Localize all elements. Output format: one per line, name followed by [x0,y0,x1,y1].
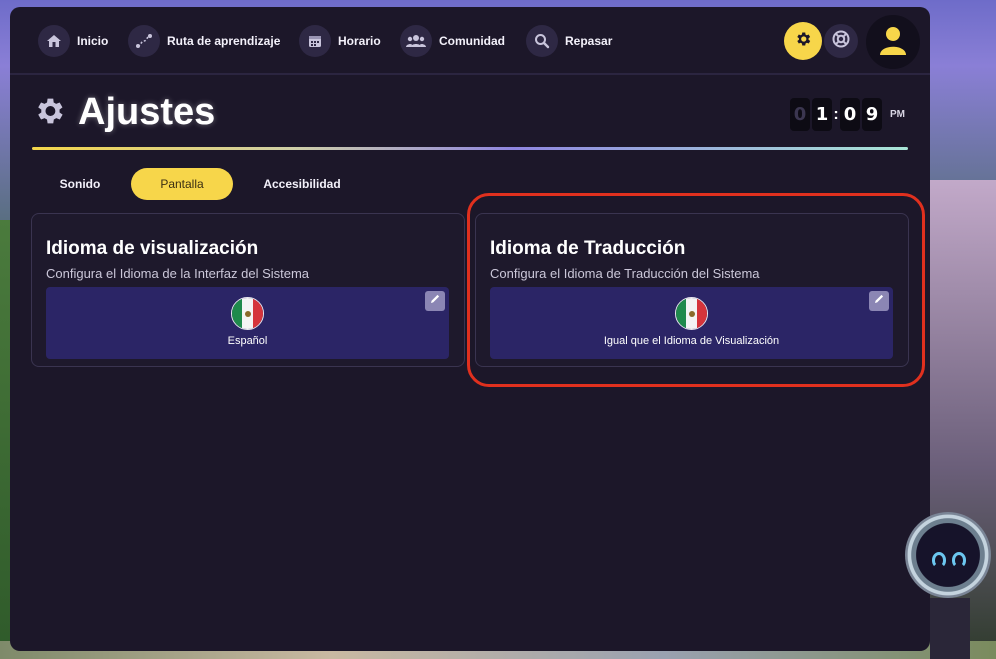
user-avatar-icon [878,24,908,61]
review-search-icon [526,25,558,57]
home-icon [38,25,70,57]
nav-label: Comunidad [439,34,505,48]
community-icon [400,25,432,57]
nav-item-inicio[interactable]: Inicio [38,24,108,58]
lifebuoy-icon [831,29,851,54]
card-subtitle: Configura el Idioma de la Interfaz del S… [46,266,310,281]
card-title: Idioma de visualización [46,238,259,259]
mexico-flag-icon [231,297,264,330]
page-title: Ajustes [78,91,216,133]
edit-display-language-button[interactable] [425,291,445,311]
gear-icon [32,94,66,128]
nav-label: Inicio [77,34,109,48]
top-nav: Inicio Ruta de aprendizaje Horario Comun… [10,7,930,75]
card-subtitle: Configura el Idioma de Traducción del Si… [490,266,760,281]
clock-digit: 0 [790,98,810,131]
tab-accesibilidad[interactable]: Accesibilidad [250,168,354,200]
assistant-bot-button[interactable] [905,512,991,598]
clock-digit: 0 [840,98,860,131]
nav-item-horario[interactable]: Horario [299,24,381,58]
gear-icon [794,30,812,53]
language-value: Igual que el Idioma de Visualización [603,335,780,347]
edit-translation-language-button[interactable] [869,291,889,311]
clock-digit: 1 [812,98,832,131]
bot-stand [930,598,970,659]
nav-item-ruta-de-aprendizaje[interactable]: Ruta de aprendizaje [128,24,280,58]
nav-item-repasar[interactable]: Repasar [526,24,612,58]
nav-label: Repasar [565,34,613,48]
calendar-icon [299,25,331,57]
avatar[interactable] [866,15,920,69]
translation-language-card: Idioma de Traducción Configura el Idioma… [475,213,909,367]
mexico-flag-icon [675,297,708,330]
tab-sonido[interactable]: Sonido [42,168,118,200]
display-language-selector[interactable]: Español [46,287,449,359]
clock: 0 1 : 0 9 PM [790,98,905,131]
pencil-icon [429,292,441,310]
bot-eye-icon [952,552,966,568]
pencil-icon [873,292,885,310]
clock-ampm: PM [890,109,905,120]
language-value: Español [227,335,268,347]
bot-eye-icon [932,552,946,568]
card-title: Idioma de Traducción [490,238,686,259]
clock-digit: 9 [862,98,882,131]
nav-item-comunidad[interactable]: Comunidad [400,24,505,58]
display-language-card: Idioma de visualización Configura el Idi… [31,213,465,367]
learning-path-icon [128,25,160,57]
tab-pantalla[interactable]: Pantalla [131,168,233,200]
clock-colon: : [833,105,839,123]
title-divider [32,147,908,150]
help-button[interactable] [824,24,858,58]
settings-panel: Inicio Ruta de aprendizaje Horario Comun… [10,7,930,651]
nav-label: Horario [338,34,381,48]
nav-label: Ruta de aprendizaje [167,34,281,48]
translation-language-selector[interactable]: Igual que el Idioma de Visualización [490,287,893,359]
settings-button[interactable] [784,22,822,60]
